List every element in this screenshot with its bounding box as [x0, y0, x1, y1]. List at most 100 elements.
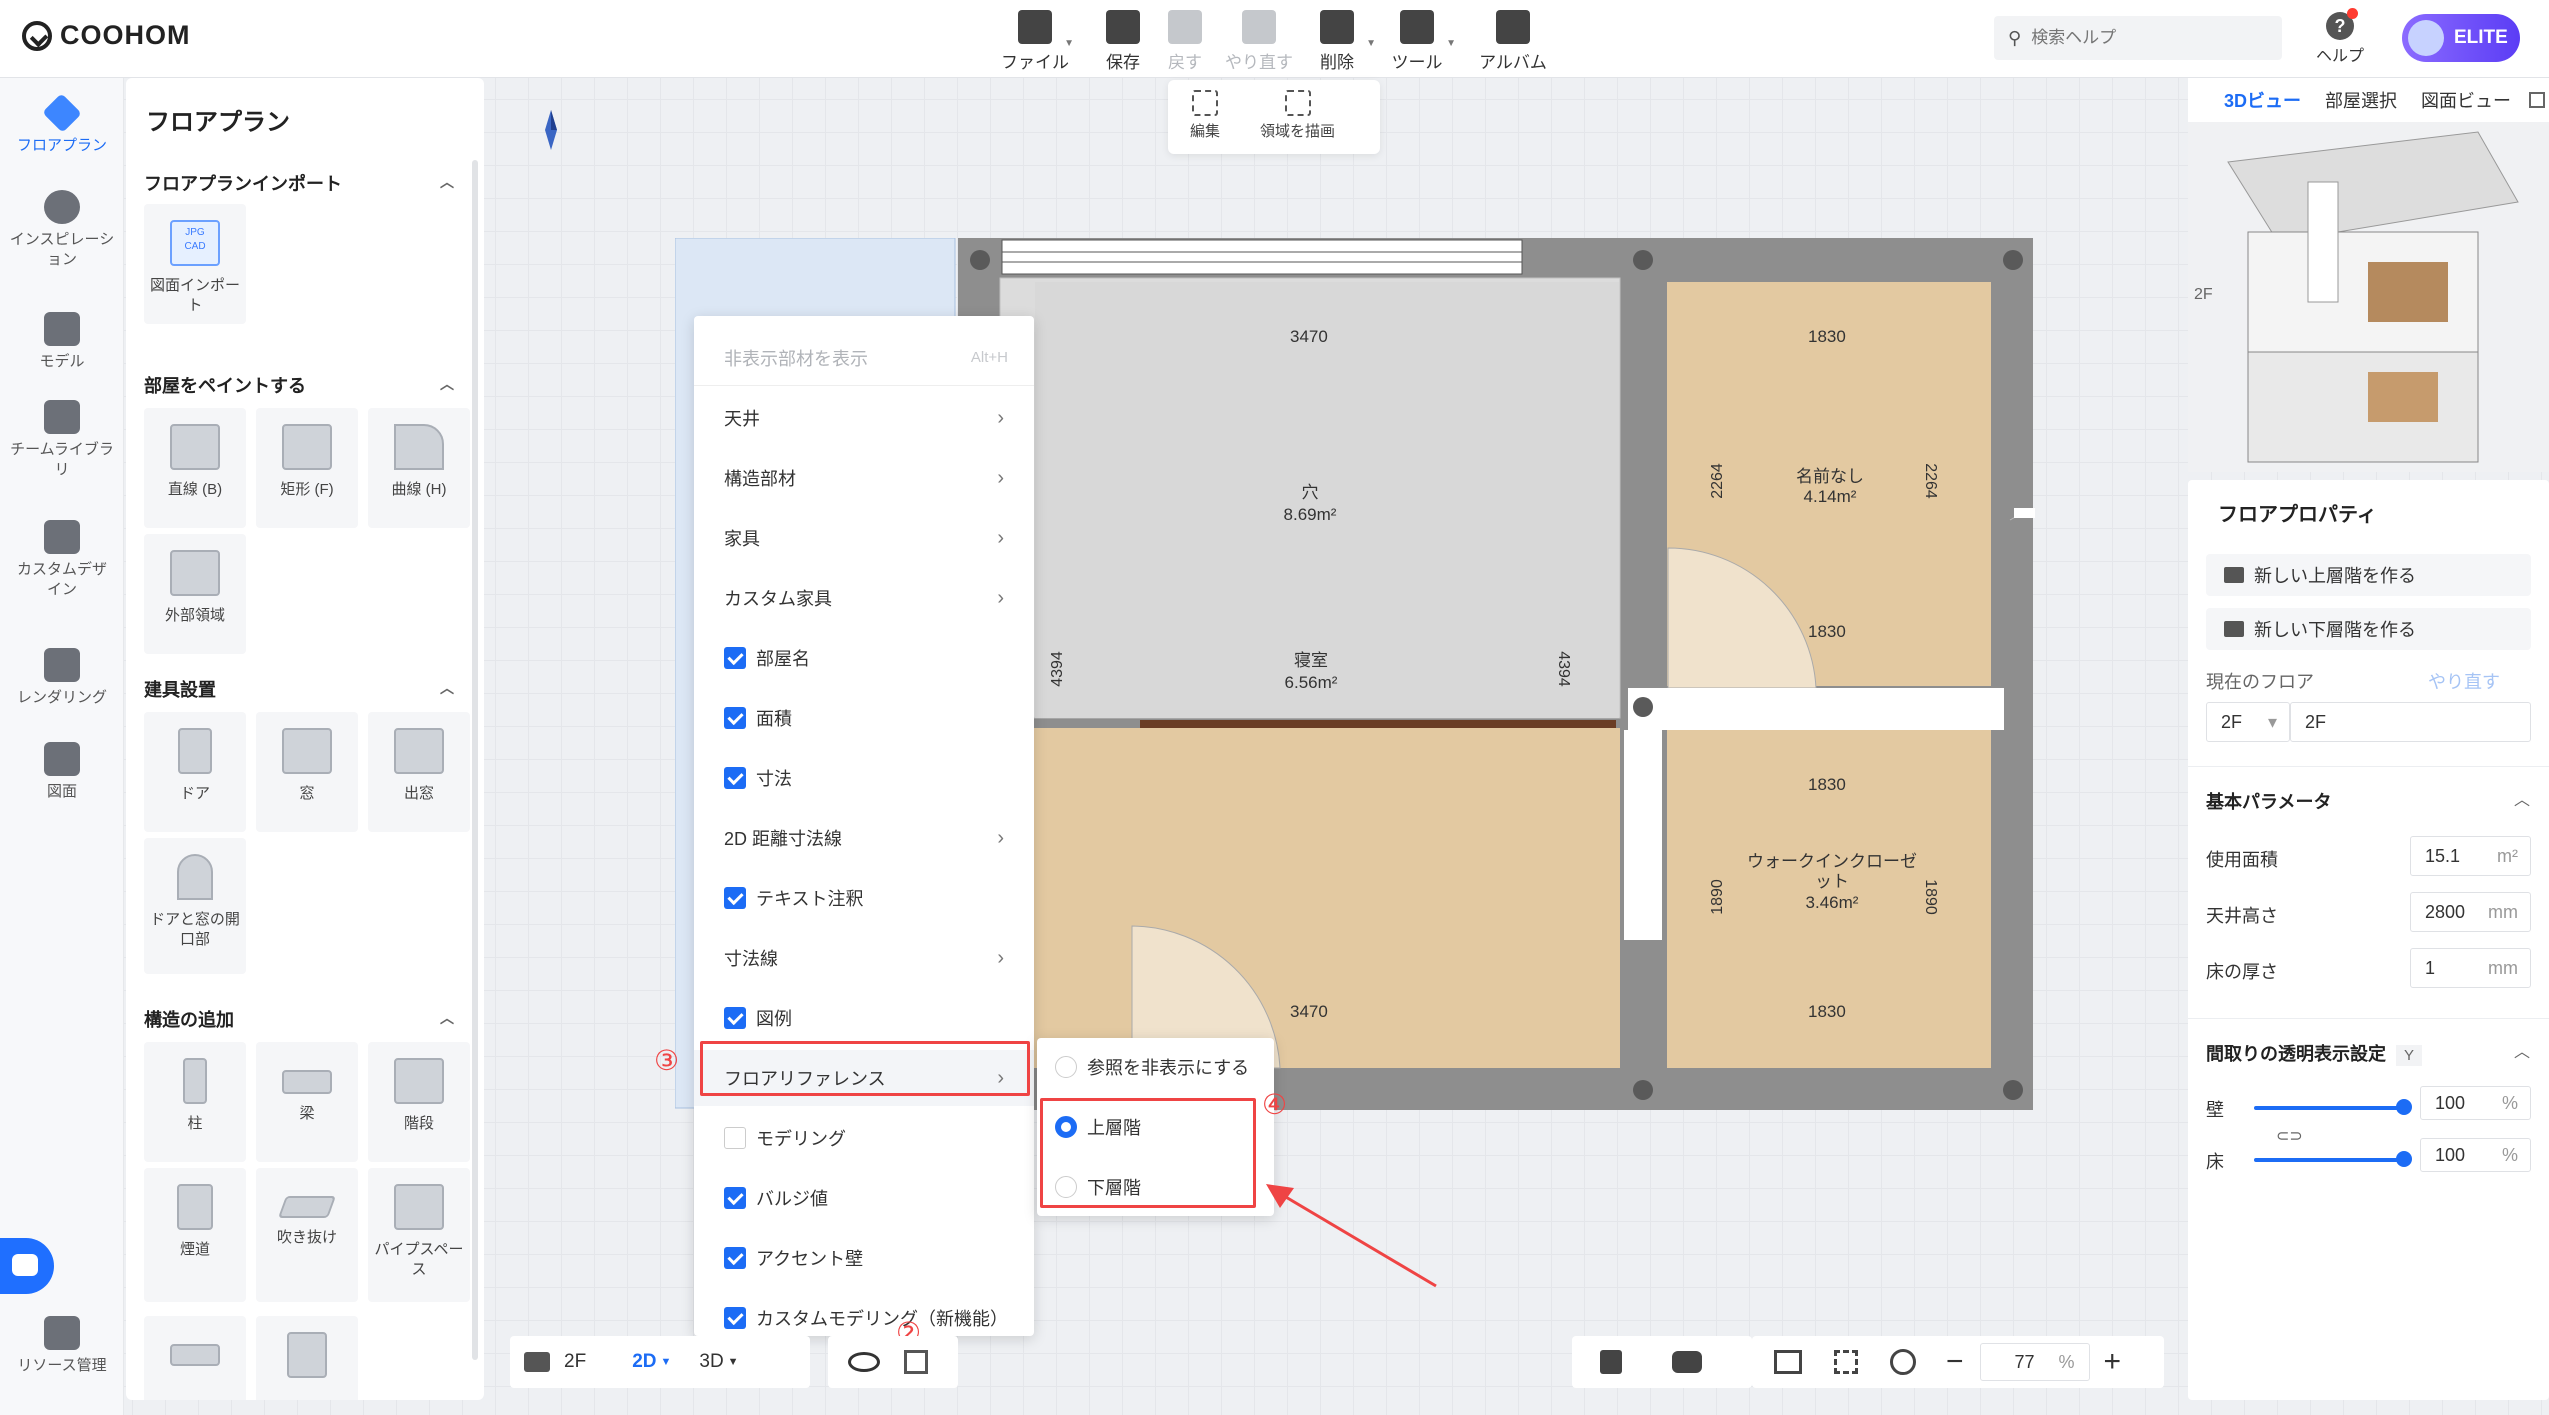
section-structure[interactable]: 構造の追加 ︿ — [144, 1006, 464, 1032]
menu-legend[interactable]: 図例 — [694, 990, 1034, 1046]
nav-model[interactable]: モデル — [0, 312, 124, 372]
menu-2d-distance[interactable]: 2D 距離寸法線 › — [694, 810, 1034, 866]
structure-card-7[interactable] — [144, 1316, 246, 1400]
structure-card-8[interactable] — [256, 1316, 358, 1400]
ceiling-input[interactable]: 2800 mm — [2410, 892, 2531, 932]
checkbox[interactable] — [724, 1307, 746, 1329]
column-card[interactable]: 柱 — [144, 1042, 246, 1162]
stairs-card[interactable]: 階段 — [368, 1042, 470, 1162]
nav-floorplan[interactable]: フロアプラン — [0, 93, 124, 156]
checbox[interactable] — [724, 1007, 746, 1029]
area-input[interactable]: 15.1 m² — [2410, 836, 2531, 876]
menu-dimension-line[interactable]: 寸法線 › — [694, 930, 1034, 986]
room-label-closet[interactable]: ウォークインクローゼ ット 3.46m² — [1738, 852, 1926, 913]
nav-custom-design[interactable]: カスタムデザイン — [0, 520, 124, 599]
door-card[interactable]: ドア — [144, 712, 246, 832]
radio[interactable] — [1055, 1056, 1077, 1078]
menu-text-note[interactable]: テキスト注釈 — [694, 870, 1034, 926]
paint-curve-card[interactable]: 曲線 (H) — [368, 408, 470, 528]
redo-link[interactable]: やり直す — [2428, 668, 2500, 694]
section-fixture[interactable]: 建具設置 ︿ — [144, 676, 464, 702]
expand-icon[interactable] — [2529, 92, 2546, 108]
room-label-hole[interactable]: 穴 8.69m² — [1280, 482, 1340, 526]
opening-card[interactable]: ドアと窓の開口部 — [144, 838, 246, 974]
menu-structure[interactable]: 構造部材 › — [694, 450, 1034, 506]
toggle-icon[interactable] — [1672, 1351, 1702, 1373]
redo-button[interactable]: やり直す — [1214, 10, 1304, 73]
search-input[interactable] — [2031, 28, 2252, 48]
3d-preview[interactable]: 2F — [2188, 122, 2549, 472]
new-upper-floor-button[interactable]: 新しい上層階を作る — [2206, 554, 2531, 596]
nav-resource[interactable]: リソース管理 — [0, 1316, 124, 1376]
mode-2d-button[interactable]: 2D — [632, 1351, 656, 1373]
thickness-input[interactable]: 1 mm — [2410, 948, 2531, 988]
chevron-up-icon[interactable]: ︿ — [2514, 1038, 2530, 1062]
new-lower-floor-button[interactable]: 新しい下層階を作る — [2206, 608, 2531, 650]
pipe-space-card[interactable]: パイプスペース — [368, 1168, 470, 1302]
checkbox[interactable] — [724, 647, 746, 669]
nav-rendering[interactable]: レンダリング — [0, 648, 124, 708]
room-label-bedroom[interactable]: 寝室 6.56m² — [1276, 650, 1346, 694]
checkbox[interactable] — [724, 707, 746, 729]
menu-modeling[interactable]: モデリング — [694, 1110, 1034, 1166]
paint-rect-card[interactable]: 矩形 (F) — [256, 408, 358, 528]
zoom-area-icon[interactable] — [1890, 1349, 1916, 1375]
option-hide-reference[interactable]: 参照を非表示にする — [1055, 1054, 1249, 1080]
draw-area-button[interactable]: 領域を描画 — [1260, 90, 1335, 141]
menu-area[interactable]: 面積 — [694, 690, 1034, 746]
checkbox[interactable] — [724, 1187, 746, 1209]
mode-3d-button[interactable]: 3D — [699, 1351, 723, 1373]
bay-window-card[interactable]: 出窓 — [368, 712, 470, 832]
zoom-input[interactable]: 77% — [1979, 1343, 2090, 1381]
section-import[interactable]: フロアプランインポート ︿ — [144, 170, 464, 196]
focus-icon[interactable] — [1834, 1350, 1858, 1374]
checkbox[interactable] — [724, 1247, 746, 1269]
tab-3d-view[interactable]: 3Dビュー — [2224, 87, 2301, 113]
cube-view-icon[interactable] — [904, 1350, 928, 1374]
section-transparency[interactable]: 間取りの透明表示設定 Y — [2206, 1040, 2423, 1066]
lock-icon[interactable] — [1600, 1350, 1622, 1374]
chevron-up-icon[interactable]: ︿ — [2514, 786, 2530, 810]
album-button[interactable]: アルバム — [1468, 10, 1558, 73]
nav-drawing[interactable]: 図面 — [0, 742, 124, 802]
zoom-in-button[interactable]: + — [2104, 1345, 2122, 1379]
tools-button[interactable]: ツール ▼ — [1372, 10, 1462, 73]
section-basic-params[interactable]: 基本パラメータ — [2206, 788, 2331, 814]
void-card[interactable]: 吹き抜け — [256, 1168, 358, 1302]
floor-opacity-slider[interactable] — [2254, 1151, 2412, 1167]
checkbox[interactable] — [724, 767, 746, 789]
menu-dimension[interactable]: 寸法 — [694, 750, 1034, 806]
menu-accent-wall[interactable]: アクセント壁 — [694, 1230, 1034, 1286]
window-card[interactable]: 窓 — [256, 712, 358, 832]
nav-inspiration[interactable]: インスピレーション — [0, 190, 124, 269]
help-search[interactable]: ⚲ — [1994, 16, 2282, 60]
paint-line-card[interactable]: 直線 (B) — [144, 408, 246, 528]
menu-room-name[interactable]: 部屋名 — [694, 630, 1034, 686]
checkbox[interactable] — [724, 887, 746, 909]
room-label-unnamed[interactable]: 名前なし 4.14m² — [1785, 467, 1875, 508]
help-button[interactable]: ? ヘルプ — [2310, 8, 2370, 66]
floor-opacity-input[interactable]: 100% — [2420, 1138, 2531, 1172]
chat-button[interactable] — [0, 1238, 54, 1294]
panel-scrollbar[interactable] — [472, 160, 478, 1360]
edit-button[interactable]: 編集 — [1190, 90, 1220, 141]
floor-selector[interactable]: 2F — [564, 1351, 586, 1373]
menu-show-hidden[interactable]: 非表示部材を表示 Alt+H — [694, 330, 1034, 386]
zoom-out-button[interactable]: − — [1946, 1345, 1964, 1379]
wall-opacity-slider[interactable] — [2254, 1099, 2412, 1115]
elite-account-button[interactable]: ELITE — [2402, 14, 2520, 62]
fit-view-icon[interactable] — [1774, 1350, 1802, 1374]
beam-card[interactable]: 梁 — [256, 1042, 358, 1162]
floor-name-input[interactable]: 2F — [2290, 702, 2531, 742]
eye-icon[interactable] — [848, 1352, 880, 1372]
menu-custom-furniture[interactable]: カスタム家具 › — [694, 570, 1034, 626]
coohom-logo[interactable]: COOHOM — [22, 20, 191, 51]
file-menu-button[interactable]: ファイル ▼ — [990, 10, 1080, 73]
flue-card[interactable]: 煙道 — [144, 1168, 246, 1302]
menu-furniture[interactable]: 家具 › — [694, 510, 1034, 566]
import-card[interactable]: JPG CAD 図面インポート — [144, 204, 246, 324]
delete-button[interactable]: 削除 ▼ — [1292, 10, 1382, 73]
tab-room-select[interactable]: 部屋選択 — [2325, 87, 2397, 113]
menu-ceiling[interactable]: 天井 › — [694, 390, 1034, 446]
menu-bulge[interactable]: バルジ値 — [694, 1170, 1034, 1226]
